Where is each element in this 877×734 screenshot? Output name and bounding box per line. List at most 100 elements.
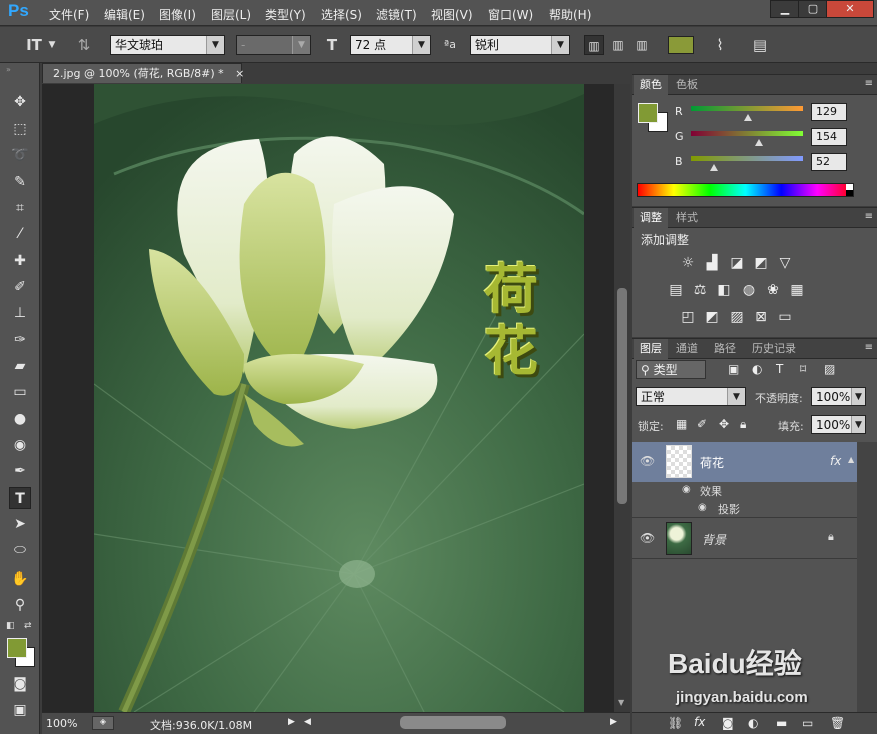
hue-saturation-icon[interactable]: ▤ (667, 281, 685, 299)
new-group-icon[interactable]: ▬ (776, 716, 787, 730)
brush-tool-icon[interactable]: ✐ (9, 276, 31, 298)
r-slider-thumb[interactable] (743, 114, 752, 121)
filter-pixel-icon[interactable]: ▣ (728, 362, 739, 376)
g-slider-thumb[interactable] (754, 139, 763, 146)
marquee-tool-icon[interactable]: ⬚ (9, 118, 31, 140)
filter-smart-object-icon[interactable]: ▨ (824, 362, 835, 376)
black-white-swatch[interactable] (846, 184, 853, 196)
swap-colors-icon[interactable]: ⇄ (24, 621, 32, 631)
tab-styles[interactable]: 样式 (670, 208, 704, 228)
vibrance-icon[interactable]: ▽ (776, 254, 794, 272)
tab-channels[interactable]: 通道 (670, 339, 704, 359)
lock-brush-icon[interactable]: ✐ (697, 417, 707, 431)
pen-tool-icon[interactable]: ✒ (9, 460, 31, 482)
ellipse-tool-icon[interactable]: ⬭ (9, 539, 31, 561)
tab-layers[interactable]: 图层 (634, 339, 668, 359)
invert-icon[interactable]: ◰ (679, 308, 697, 326)
status-menu-icon[interactable]: ▶ (288, 717, 295, 727)
healing-brush-tool-icon[interactable]: ✚ (9, 250, 31, 272)
fill-field[interactable]: 100% ▼ (811, 415, 866, 434)
black-white-icon[interactable]: ◧ (715, 281, 733, 299)
dodge-tool-icon[interactable]: ◉ (9, 434, 31, 456)
eraser-tool-icon[interactable]: ▰ (9, 355, 31, 377)
font-size-select[interactable]: 72 点 ▼ (350, 35, 431, 55)
text-color-swatch[interactable] (668, 36, 694, 54)
type-tool-preset-icon[interactable]: IT (22, 35, 46, 55)
layer-row-background[interactable]: 👁︎ 背景 🔒︎ (632, 519, 857, 559)
chevron-up-icon[interactable]: ▲ (848, 455, 854, 464)
eyedropper-tool-icon[interactable]: ⁄ (9, 223, 31, 245)
collapse-icon[interactable]: » (6, 65, 11, 74)
lotus-photo[interactable]: 荷 花 (94, 84, 584, 712)
exposure-icon[interactable]: ◩ (752, 254, 770, 272)
new-adjustment-icon[interactable]: ◐ (748, 716, 758, 730)
quick-select-tool-icon[interactable]: ✎ (9, 171, 31, 193)
drop-shadow-eye-icon[interactable]: ◉ (698, 502, 707, 513)
align-center-icon[interactable]: ▥ (608, 35, 628, 55)
b-value[interactable]: 52 (811, 153, 847, 171)
threshold-icon[interactable]: ▨ (728, 308, 746, 326)
type-tool-icon[interactable]: T (9, 487, 31, 509)
new-layer-icon[interactable]: ▭ (802, 716, 813, 730)
curves-icon[interactable]: ◪ (728, 254, 746, 272)
panel-menu-icon[interactable]: ≡ (865, 211, 873, 222)
visibility-eye-icon[interactable]: 👁︎ (640, 531, 655, 545)
layers-scrollbar[interactable] (857, 442, 877, 712)
layer-name[interactable]: 背景 (702, 531, 726, 548)
foreground-color-swatch[interactable] (7, 638, 27, 658)
toggle-orientation-icon[interactable]: ⇅ (74, 35, 94, 55)
close-tab-icon[interactable]: × (235, 67, 244, 80)
menu-layer[interactable]: 图层(L) (211, 6, 251, 23)
menu-view[interactable]: 视图(V) (431, 6, 473, 23)
gradient-tool-icon[interactable]: ▭ (9, 381, 31, 403)
menu-image[interactable]: 图像(I) (159, 6, 196, 23)
menu-edit[interactable]: 编辑(E) (104, 6, 145, 23)
menu-type[interactable]: 类型(Y) (265, 6, 306, 23)
menu-file[interactable]: 文件(F) (49, 6, 89, 23)
tab-swatches[interactable]: 色板 (670, 75, 704, 95)
antialias-select[interactable]: 锐利 ▼ (470, 35, 570, 55)
layer-filter-select[interactable]: ⚲ 类型 (636, 360, 706, 379)
foreground-color-swatch[interactable] (638, 103, 658, 123)
menu-filter[interactable]: 滤镜(T) (376, 6, 417, 23)
g-value[interactable]: 154 (811, 128, 847, 146)
add-mask-icon[interactable]: ◙ (722, 716, 734, 730)
posterize-icon[interactable]: ◩ (703, 308, 721, 326)
default-colors-icon[interactable]: ◧ (6, 621, 15, 631)
clone-stamp-tool-icon[interactable]: ⊥ (9, 302, 31, 324)
horizontal-scroll-thumb[interactable] (400, 716, 506, 729)
scroll-left-icon[interactable]: ◀ (304, 717, 311, 727)
color-lookup-icon[interactable]: ▦ (788, 281, 806, 299)
tab-color[interactable]: 颜色 (634, 75, 668, 95)
menu-window[interactable]: 窗口(W) (488, 6, 533, 23)
status-icon[interactable]: ◈ (92, 716, 114, 730)
hand-tool-icon[interactable]: ✋ (9, 568, 31, 590)
zoom-tool-icon[interactable]: ⚲ (9, 594, 31, 616)
menu-help[interactable]: 帮助(H) (549, 6, 591, 23)
close-button[interactable]: ✕ (826, 0, 874, 18)
path-select-tool-icon[interactable]: ➤ (9, 513, 31, 535)
selective-color-icon[interactable]: ⊠ (752, 308, 770, 326)
character-panel-icon[interactable]: ▤ (750, 35, 770, 55)
warp-text-icon[interactable]: ⌇ (710, 35, 730, 55)
levels-icon[interactable]: ▟ (703, 254, 721, 272)
link-layers-icon[interactable]: ⛓ (668, 716, 683, 730)
color-balance-icon[interactable]: ⚖ (691, 281, 709, 299)
drop-shadow-label[interactable]: 投影 (718, 501, 740, 517)
chevron-down-icon[interactable]: ▼ (46, 35, 58, 55)
layer-row-text[interactable]: 👁︎ 荷花 fx ▲ (632, 442, 857, 482)
align-left-icon[interactable]: ▥ (584, 35, 604, 55)
brightness-icon[interactable]: ☼ (679, 254, 697, 272)
gradient-map-icon[interactable]: ▭ (776, 308, 794, 326)
quick-mask-icon[interactable]: ◙ (9, 673, 31, 695)
restore-button[interactable]: ▢ (798, 0, 828, 18)
layer-name[interactable]: 荷花 (700, 454, 724, 471)
scroll-right-icon[interactable]: ▶ (610, 717, 617, 727)
color-spectrum[interactable] (637, 183, 854, 197)
effects-eye-icon[interactable]: ◉ (682, 484, 691, 495)
menu-select[interactable]: 选择(S) (321, 6, 362, 23)
add-style-icon[interactable]: fx (694, 715, 705, 729)
b-slider-thumb[interactable] (709, 164, 718, 171)
r-value[interactable]: 129 (811, 103, 847, 121)
visibility-eye-icon[interactable]: 👁︎ (640, 454, 655, 468)
